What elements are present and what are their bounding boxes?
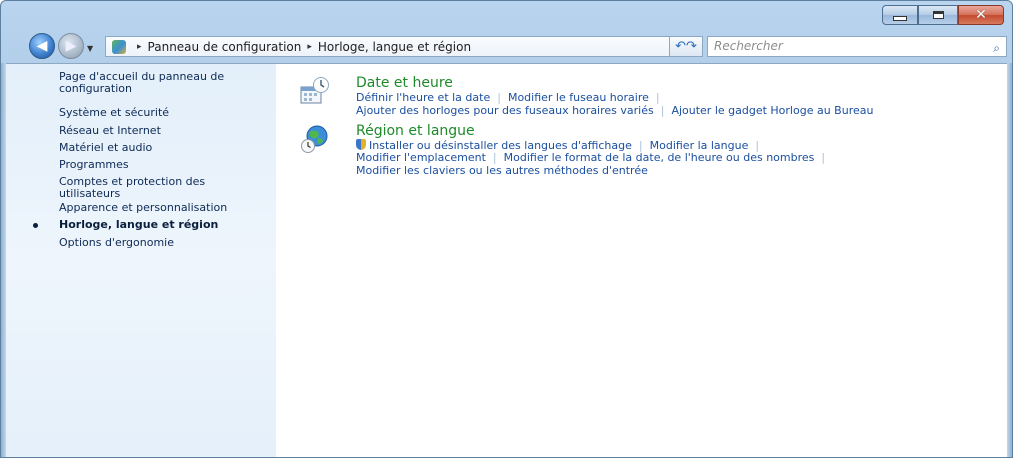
breadcrumb-chevron-icon[interactable]: ▸	[137, 42, 142, 52]
sidebar-item-hardware-sound[interactable]: Matériel et audio	[59, 142, 269, 154]
sidebar-item-label: Programmes	[59, 158, 129, 171]
category-title-region-language[interactable]: Région et langue	[356, 123, 475, 139]
sidebar-item-label: Comptes et protection des utilisateurs	[59, 175, 206, 200]
caption-buttons: ✕	[882, 5, 1004, 25]
region-language-links-row-2: Modifier l'emplacement | Modifier le forma…	[356, 152, 832, 164]
search-icon[interactable]: ⌕	[993, 39, 1000, 58]
sidebar-item-system-security[interactable]: Système et sécurité	[59, 107, 269, 119]
control-panel-icon	[112, 39, 126, 54]
sidebar-item-user-accounts[interactable]: Comptes et protection des utilisateurs	[59, 176, 269, 200]
sidebar: Page d'accueil du panneau de configurati…	[6, 64, 276, 457]
link-add-clock-gadget[interactable]: Ajouter le gadget Horloge au Bureau	[671, 104, 873, 117]
uac-shield-icon	[356, 139, 366, 150]
forward-arrow-icon: ▶	[65, 38, 77, 54]
sidebar-item-ease-of-access[interactable]: Options d'ergonomie	[59, 237, 269, 249]
link-change-keyboards[interactable]: Modifier les claviers ou les autres méth…	[356, 164, 648, 177]
search-placeholder: Rechercher	[714, 39, 783, 53]
sidebar-item-label: Système et sécurité	[59, 106, 170, 119]
refresh-button[interactable]: ↶↷	[669, 36, 703, 57]
sidebar-item-label: Réseau et Internet	[59, 124, 161, 137]
breadcrumb-control-panel[interactable]: Panneau de configuration	[148, 40, 302, 54]
link-set-time-date[interactable]: Définir l'heure et la date	[356, 91, 490, 104]
main-panel: Date et heure Définir l'heure et la date…	[276, 64, 1007, 457]
maximize-button[interactable]	[918, 5, 958, 25]
search-input[interactable]: Rechercher ⌕	[707, 36, 1007, 57]
close-icon: ✕	[975, 7, 987, 23]
link-change-date-format[interactable]: Modifier le format de la date, de l'heur…	[504, 151, 815, 164]
date-time-links-row-1: Définir l'heure et la date | Modifier le f…	[356, 92, 667, 104]
refresh-icon: ↶↷	[675, 39, 697, 54]
control-panel-window: ✕ ◀ ▶ ▼ ▸ Panneau de configuration ▸ Hor…	[0, 0, 1013, 458]
region-globe-icon[interactable]	[300, 124, 330, 154]
breadcrumb-chevron-icon[interactable]: ▸	[307, 42, 312, 52]
sidebar-item-label: Options d'ergonomie	[59, 236, 174, 249]
sidebar-item-network-internet[interactable]: Réseau et Internet	[59, 125, 269, 137]
link-add-clocks[interactable]: Ajouter des horloges pour des fuseaux ho…	[356, 104, 654, 117]
content-area: Page d'accueil du panneau de configurati…	[6, 63, 1007, 457]
forward-button[interactable]: ▶	[58, 33, 84, 59]
link-separator: |	[660, 104, 665, 117]
active-bullet-icon	[33, 223, 38, 228]
sidebar-item-label: Horloge, langue et région	[59, 218, 219, 231]
minimize-icon	[893, 16, 907, 21]
link-separator: |	[821, 151, 826, 164]
navigation-bar: ◀ ▶ ▼ ▸ Panneau de configuration ▸ Horlo…	[1, 29, 1012, 63]
date-time-icon[interactable]	[300, 76, 330, 106]
sidebar-item-clock-language-region[interactable]: Horloge, langue et région	[33, 218, 269, 231]
link-change-location[interactable]: Modifier l'emplacement	[356, 151, 486, 164]
region-language-links-row-3: Modifier les claviers ou les autres méth…	[356, 165, 648, 177]
category-title-date-time[interactable]: Date et heure	[356, 75, 453, 91]
recent-pages-dropdown-icon[interactable]: ▼	[87, 44, 93, 53]
title-bar: ✕	[1, 1, 1012, 29]
sidebar-item-label: Matériel et audio	[59, 141, 153, 154]
sidebar-item-appearance[interactable]: Apparence et personnalisation	[59, 202, 269, 214]
back-button[interactable]: ◀	[29, 33, 55, 59]
address-bar[interactable]: ▸ Panneau de configuration ▸ Horloge, la…	[105, 36, 698, 57]
sidebar-item-label: Page d'accueil du panneau de configurati…	[59, 70, 225, 95]
link-separator: |	[497, 91, 501, 104]
sidebar-item-home[interactable]: Page d'accueil du panneau de configurati…	[59, 71, 269, 95]
link-separator: |	[655, 91, 660, 104]
sidebar-item-label: Apparence et personnalisation	[59, 201, 228, 214]
minimize-button[interactable]	[882, 5, 918, 25]
sidebar-item-programs[interactable]: Programmes	[59, 159, 269, 171]
breadcrumb-clock-language-region[interactable]: Horloge, langue et région	[318, 40, 471, 54]
maximize-icon	[932, 11, 944, 19]
date-time-links-row-2: Ajouter des horloges pour des fuseaux ho…	[356, 105, 873, 117]
close-button[interactable]: ✕	[958, 5, 1004, 25]
window-right-border	[1007, 63, 1012, 457]
link-change-time-zone[interactable]: Modifier le fuseau horaire	[508, 91, 649, 104]
back-arrow-icon: ◀	[36, 38, 48, 54]
link-separator: |	[492, 151, 497, 164]
